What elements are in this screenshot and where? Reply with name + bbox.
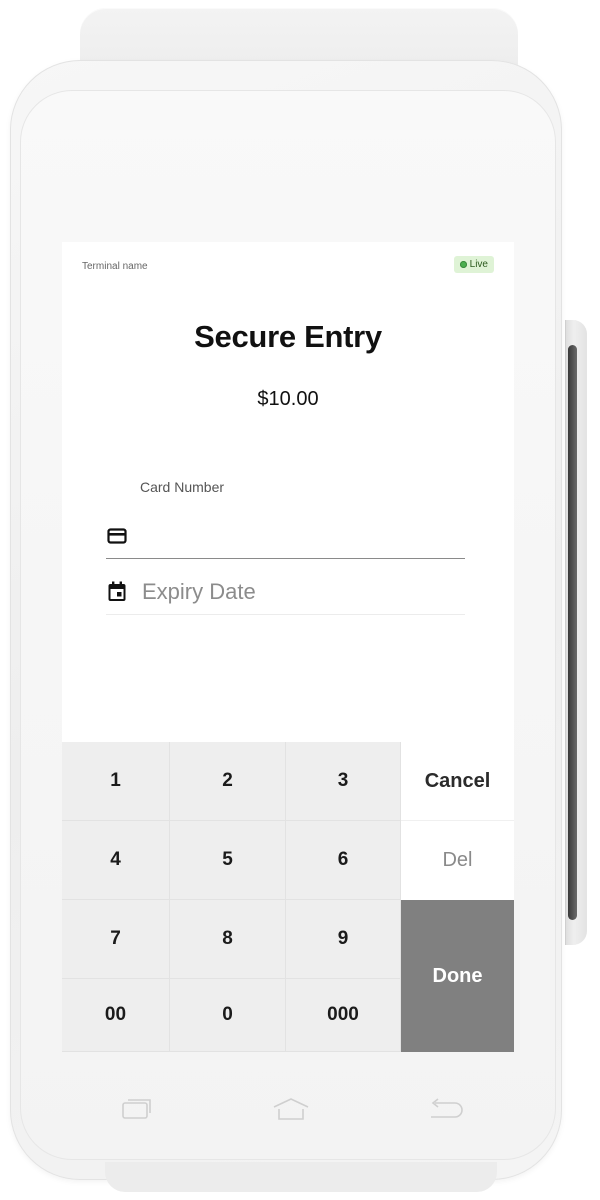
key-00[interactable]: 00 (62, 979, 170, 1052)
payment-amount: $10.00 (257, 388, 319, 410)
card-number-label: Card Number (140, 479, 225, 495)
calendar-icon (106, 581, 128, 603)
cancel-button[interactable]: Cancel (401, 742, 514, 821)
device-frame: Terminal name Live Secure Entry $10.00 C… (0, 0, 600, 1200)
key-8[interactable]: 8 (170, 900, 286, 979)
key-4[interactable]: 4 (62, 821, 170, 900)
key-000[interactable]: 000 (286, 979, 401, 1052)
home-icon[interactable] (271, 1094, 311, 1124)
card-number-field[interactable] (106, 514, 465, 559)
live-status-label: Live (469, 259, 488, 270)
key-0[interactable]: 0 (170, 979, 286, 1052)
terminal-name: Terminal name (82, 261, 148, 272)
device-bottom-lip (105, 1162, 497, 1192)
card-number-input[interactable] (128, 516, 465, 556)
recent-apps-icon[interactable] (117, 1094, 157, 1124)
key-9[interactable]: 9 (286, 900, 401, 979)
back-icon[interactable] (425, 1094, 465, 1124)
done-button[interactable]: Done (401, 900, 514, 1052)
expiry-date-input[interactable] (128, 572, 465, 612)
numeric-keypad: 1 2 3 4 5 6 7 8 9 00 0 000 Cancel Del Do… (62, 742, 514, 1052)
live-status-badge: Live (453, 256, 494, 273)
delete-button[interactable]: Del (401, 821, 514, 900)
card-reader-slot (568, 345, 577, 920)
key-1[interactable]: 1 (62, 742, 170, 821)
live-dot-icon (459, 261, 467, 268)
key-5[interactable]: 5 (170, 821, 286, 900)
credit-card-icon (106, 525, 128, 547)
key-7[interactable]: 7 (62, 900, 170, 979)
key-2[interactable]: 2 (170, 742, 286, 821)
key-3[interactable]: 3 (286, 742, 401, 821)
screen: Terminal name Live Secure Entry $10.00 C… (62, 242, 514, 1052)
page-title: Secure Entry (194, 319, 382, 354)
key-6[interactable]: 6 (286, 821, 401, 900)
expiry-date-field[interactable] (106, 570, 465, 615)
